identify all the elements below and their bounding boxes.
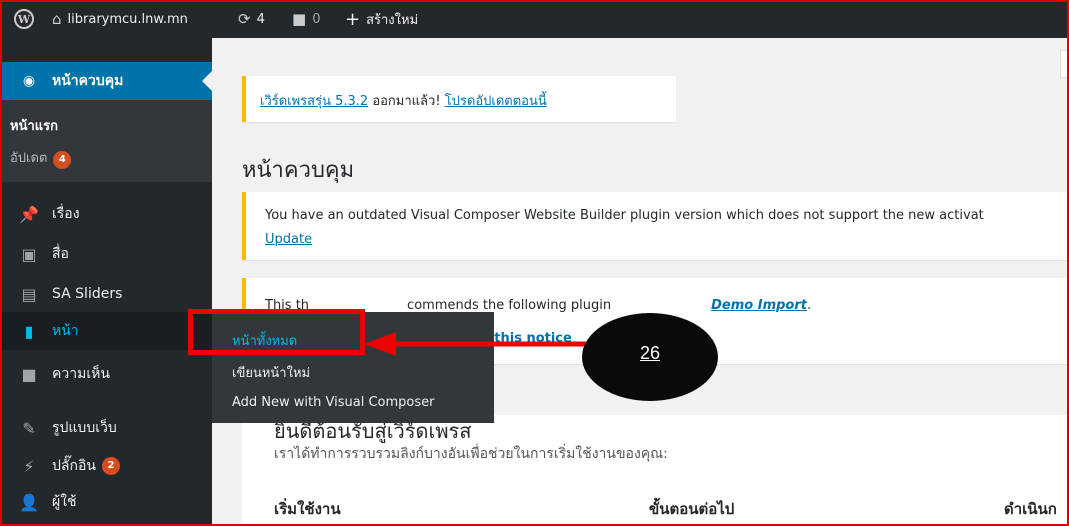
page-title: หน้าควบคุม [242, 158, 355, 183]
update-notice-message: ออกมาแล้ว! [368, 94, 445, 109]
arrow-annotation [364, 332, 588, 356]
admin-bar: W ⌂ librarymcu.lnw.mn ⟳ 4 ■ 0 + สร้างใหม… [0, 0, 1069, 38]
updates-badge: 4 [53, 151, 72, 169]
sidebar-item-comments[interactable]: ■ ความเห็น [0, 356, 212, 392]
sidebar-item-users[interactable]: 👤 ผู้ใช้ [0, 484, 212, 520]
flyout-item-add-new-vc[interactable]: Add New with Visual Composer [232, 395, 434, 410]
submenu-item-updates[interactable]: อัปเดต 4 [10, 147, 72, 169]
step-number-callout: 26 [582, 313, 718, 401]
column-more-actions: ดำเนินก [1004, 500, 1057, 518]
plug-icon: ⚡ [23, 456, 35, 476]
theme-notice-part-b: commends the following plugin [407, 298, 612, 313]
sidebar-item-label: เรื่อง [52, 206, 80, 222]
update-now-link[interactable]: โปรดอัปเดตตอนนี้ [445, 94, 547, 109]
comment-icon: ■ [292, 10, 307, 28]
demo-import-link[interactable]: Demo Import [711, 298, 807, 313]
welcome-subtitle: เราได้ทำการรวบรวมลิงก์บางอันเพื่อช่วยในก… [274, 446, 668, 462]
submenu-item-home[interactable]: หน้าแรก [10, 115, 58, 136]
plugins-badge: 2 [101, 457, 120, 475]
sidebar-item-pages[interactable]: ▮ หน้า [0, 312, 212, 350]
brush-icon: ✎ [22, 418, 36, 438]
sidebar-item-plugins[interactable]: ⚡ ปลั๊กอิน 2 [0, 448, 212, 484]
home-icon: ⌂ [52, 10, 62, 28]
page-icon: ▮ [24, 321, 34, 341]
sidebar-item-label: หน้าควบคุม [52, 73, 124, 89]
sidebar-item-label: ปลั๊กอิน [52, 458, 96, 474]
refresh-icon: ⟳ [238, 10, 251, 28]
step-number: 26 [639, 343, 661, 363]
flyout-item-add-new[interactable]: เขียนหน้าใหม่ [232, 362, 310, 383]
highlight-box [188, 309, 365, 355]
visual-composer-notice: You have an outdated Visual Composer Web… [242, 192, 1069, 260]
pin-icon: 📌 [19, 204, 39, 224]
sidebar-item-label: หน้า [52, 323, 79, 339]
vc-notice-text: You have an outdated Visual Composer Web… [265, 208, 984, 223]
new-content-button[interactable]: + สร้างใหม่ [345, 0, 418, 38]
sidebar-item-label: ความเห็น [52, 366, 110, 382]
sidebar-item-label: สื่อ [52, 246, 69, 262]
dashboard-submenu: หน้าแรก อัปเดต 4 [0, 100, 212, 182]
sidebar-item-posts[interactable]: 📌 เรื่อง [0, 196, 212, 232]
wordpress-version-link[interactable]: เวิร์ดเพรสรุ่น 5.3.2 [260, 94, 368, 109]
update-notice-text: เวิร์ดเพรสรุ่น 5.3.2 ออกมาแล้ว! โปรดอัปเ… [260, 90, 547, 111]
column-get-started: เริ่มใช้งาน [274, 500, 341, 518]
updates-label: อัปเดต [10, 151, 48, 166]
media-icon: ▣ [21, 244, 37, 264]
wordpress-icon: W [14, 9, 34, 29]
sidebar-item-label: รูปแบบเว็บ [52, 420, 117, 436]
sidebar-item-media[interactable]: ▣ สื่อ [0, 236, 212, 272]
sidebar-item-sa-sliders[interactable]: ▤ SA Sliders [0, 276, 212, 312]
comment-icon: ■ [21, 364, 37, 384]
current-menu-arrow [202, 71, 212, 91]
new-content-label: สร้างใหม่ [366, 12, 419, 28]
site-name-link[interactable]: ⌂ librarymcu.lnw.mn [52, 0, 188, 38]
main-content: เวิร์ดเพรสรุ่น 5.3.2 ออกมาแล้ว! โปรดอัปเ… [212, 38, 1069, 526]
user-icon: 👤 [19, 492, 39, 512]
dashboard-icon: ◉ [22, 73, 36, 89]
column-next-steps: ขั้นตอนต่อไป [649, 500, 735, 518]
screen-options-tab[interactable] [1060, 50, 1069, 78]
sidebar-item-label: ผู้ใช้ [52, 494, 77, 510]
site-name: librarymcu.lnw.mn [67, 11, 188, 27]
sidebar-item-label: SA Sliders [52, 286, 123, 302]
plus-icon: + [345, 8, 361, 30]
slider-icon: ▤ [21, 284, 37, 304]
wordpress-logo-button[interactable]: W [14, 0, 34, 38]
update-notice: เวิร์ดเพรสรุ่น 5.3.2 ออกมาแล้ว! โปรดอัปเ… [242, 76, 676, 122]
comments-count: 0 [312, 11, 321, 27]
admin-sidebar: ◉ หน้าควบคุม หน้าแรก อัปเดต 4 📌 เรื่อง ▣ … [0, 38, 212, 526]
welcome-panel: ยินดีต้อนรับสู่เวิร์ดเพรส เราได้ทำการรวบ… [242, 415, 1069, 526]
sidebar-item-dashboard[interactable]: ◉ หน้าควบคุม [0, 62, 212, 100]
updates-button[interactable]: ⟳ 4 [238, 0, 265, 38]
updates-count: 4 [256, 11, 265, 27]
comments-button[interactable]: ■ 0 [292, 0, 320, 38]
sidebar-item-appearance[interactable]: ✎ รูปแบบเว็บ [0, 410, 212, 446]
vc-update-link[interactable]: Update [265, 232, 312, 247]
